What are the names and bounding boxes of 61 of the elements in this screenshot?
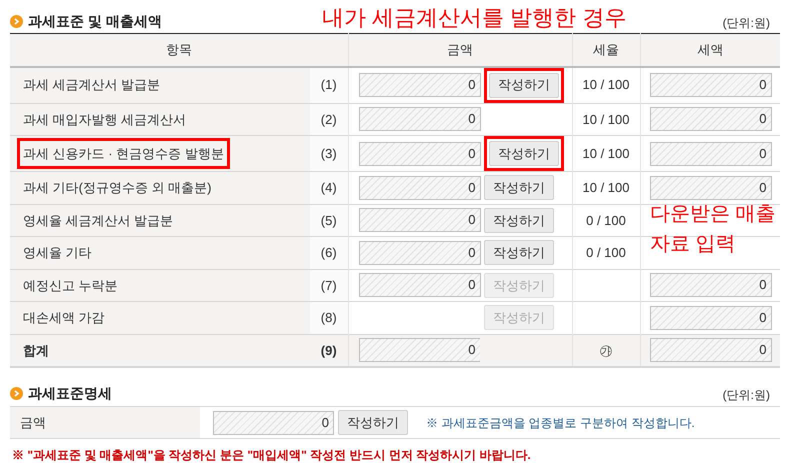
row-label: 합계 — [22, 342, 50, 360]
amount-field[interactable]: 0 — [358, 142, 480, 166]
amount-field[interactable]: 0 — [650, 306, 772, 330]
annotation-text: 내가 세금계산서를 발행한 경우 — [322, 6, 626, 30]
row-label: 과세 매입자발행 세금계산서 — [22, 110, 188, 128]
amount-field[interactable]: 0 — [650, 73, 772, 97]
section-title: 과세표준명세 — [28, 384, 112, 403]
amount-field[interactable]: 0 — [650, 338, 772, 362]
row-number: (4) — [310, 172, 348, 204]
amount-field[interactable]: 0 — [358, 107, 480, 132]
annotation-text: 다운받은 매출 자료 입력 — [650, 202, 777, 257]
section-title: 과세표준 및 매출세액 — [28, 12, 162, 31]
row-number: (6) — [310, 236, 348, 269]
tax-rate: 10 / 100 — [582, 146, 630, 161]
column-header: 금액 — [348, 34, 572, 66]
write-button[interactable]: 작성하기 — [489, 141, 559, 166]
amount-field[interactable]: 0 — [358, 240, 480, 265]
row-label: 금액 — [20, 414, 46, 432]
bullet-icon — [10, 15, 23, 28]
amount-field[interactable]: 0 — [358, 208, 480, 232]
column-header: 세율 — [572, 34, 640, 66]
tax-rate: 0 / 100 — [586, 212, 626, 228]
row-label: 예정신고 누락분 — [22, 276, 119, 294]
amount-field[interactable]: 0 — [650, 107, 772, 132]
amount-field[interactable]: 0 — [650, 176, 772, 200]
amount-field[interactable]: 0 — [358, 73, 480, 97]
bullet-icon — [10, 387, 23, 400]
tax-rate: ㉮ — [600, 342, 612, 358]
tax-rate: 10 / 100 — [582, 180, 630, 195]
write-button[interactable]: 작성하기 — [484, 175, 554, 200]
write-button[interactable]: 작성하기 — [484, 208, 554, 233]
tax-rate: 10 / 100 — [582, 112, 630, 126]
amount-field[interactable]: 0 — [358, 273, 480, 298]
amount-field[interactable]: 0 — [213, 410, 334, 434]
unit-label: (단위:원) — [722, 387, 770, 404]
note-text: ※ 과세표준금액을 업종별로 구분하여 작성합니다. — [426, 414, 695, 432]
write-button[interactable]: 작성하기 — [489, 72, 559, 98]
row-label: 대손세액 가감 — [22, 309, 106, 327]
tax-rate: 0 / 100 — [586, 245, 626, 260]
warning-text: ※ "과세표준 및 매출세액"을 작성하신 분은 "매입세액" 작성전 반드시 먼저 작성하시기 바랍니다. — [12, 447, 532, 463]
row-number: (1) — [310, 66, 348, 103]
row-label: 과세 신용카드 · 현금영수증 발행분 — [17, 138, 230, 170]
row-label: 영세율 기타 — [22, 244, 93, 262]
row-label: 과세 기타(정규영수증 외 매출분) — [22, 179, 212, 197]
amount-field[interactable]: 0 — [650, 142, 772, 166]
row-number: (5) — [310, 204, 348, 236]
row-number: (3) — [310, 136, 348, 172]
row-number: (9) — [310, 334, 348, 367]
write-button[interactable]: 작성하기 — [338, 410, 408, 435]
row-number: (7) — [310, 269, 348, 302]
row-label: 과세 세금계산서 발급분 — [22, 76, 162, 94]
amount-field[interactable]: 0 — [358, 338, 480, 362]
unit-label: (단위:원) — [722, 15, 770, 32]
row-label: 영세율 세금계산서 발급분 — [22, 212, 174, 230]
tax-rate: 10 / 100 — [582, 77, 630, 92]
amount-field[interactable]: 0 — [358, 176, 480, 200]
row-number: (8) — [310, 302, 348, 334]
amount-field[interactable]: 0 — [650, 273, 772, 298]
row-number: (2) — [310, 103, 348, 136]
write-button[interactable]: 작성하기 — [484, 240, 554, 266]
column-header: 세액 — [640, 34, 780, 66]
